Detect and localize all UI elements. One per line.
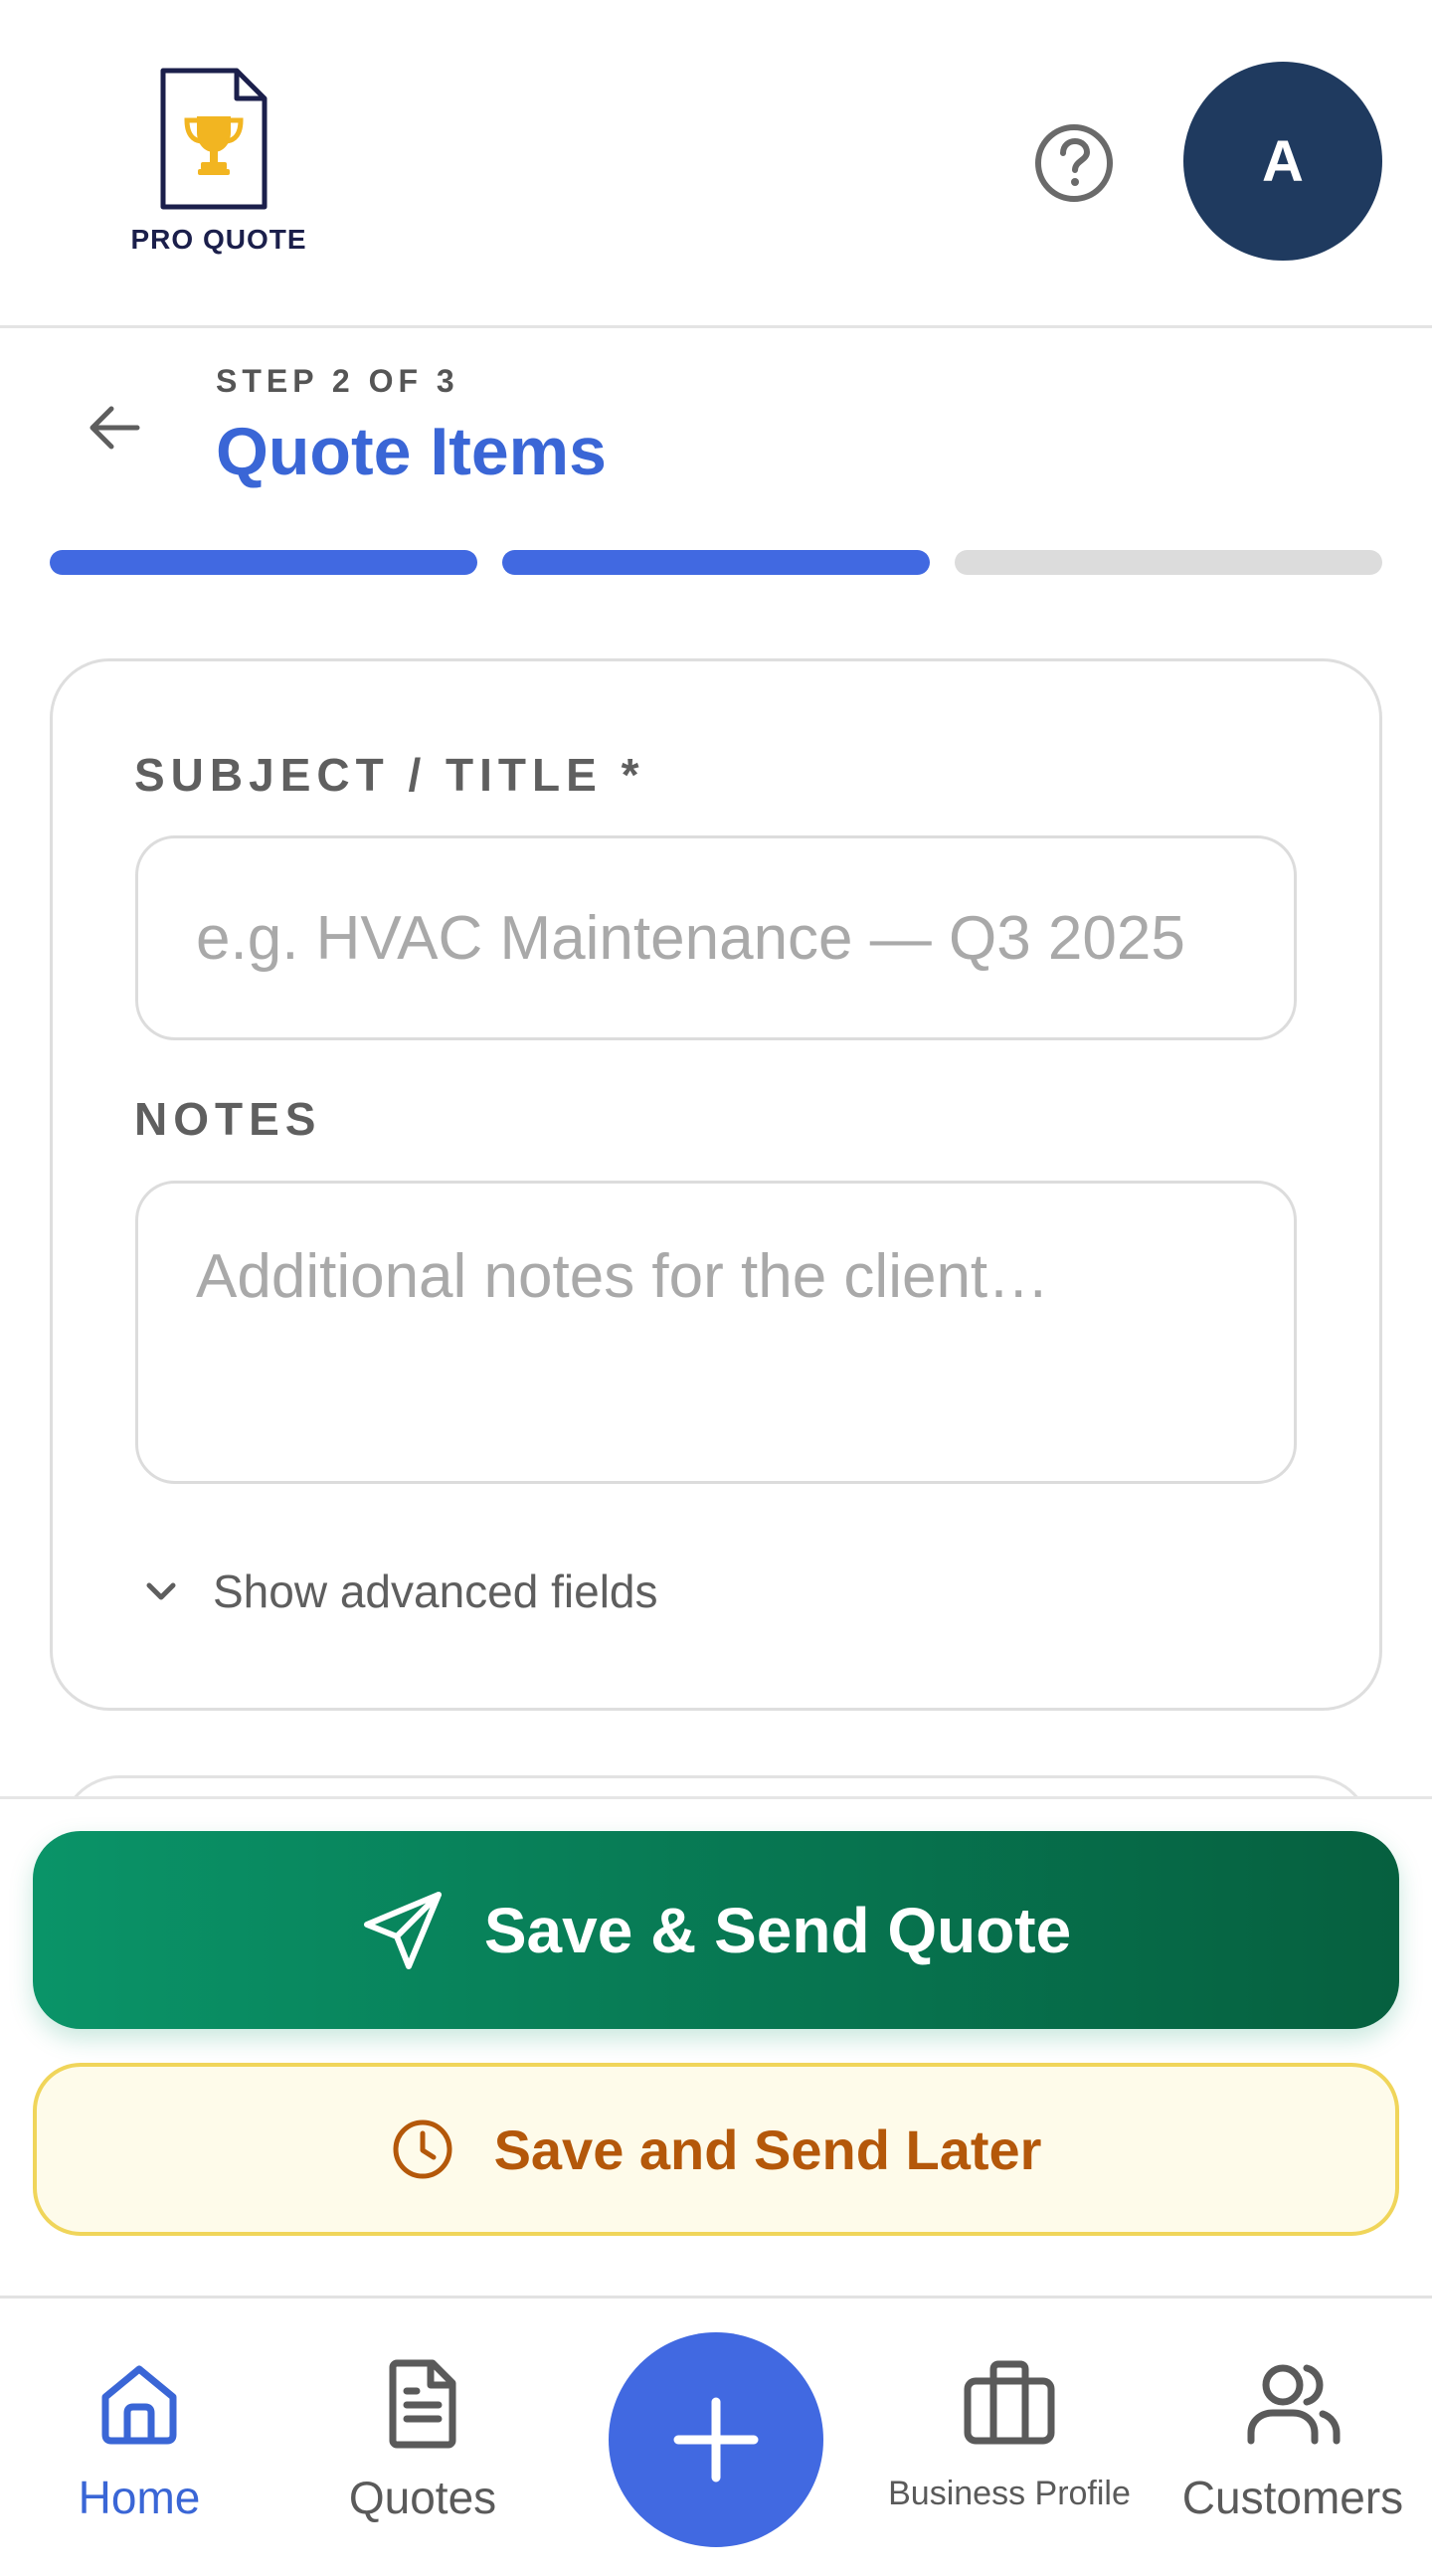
subject-label: SUBJECT / TITLE * xyxy=(134,749,645,801)
help-circle-icon xyxy=(1035,124,1113,202)
save-and-send-later-button[interactable]: Save and Send Later xyxy=(33,2063,1399,2236)
notes-label: NOTES xyxy=(134,1093,322,1145)
subject-field[interactable] xyxy=(135,835,1297,1040)
chevron-down-icon xyxy=(146,1582,176,1600)
document-icon xyxy=(373,2353,472,2453)
nav-customers-label: Customers xyxy=(1181,2472,1404,2523)
nav-item-business-profile[interactable]: Business Profile xyxy=(875,2299,1144,2576)
app-logo[interactable]: PRO QUOTE xyxy=(119,65,318,264)
help-button[interactable] xyxy=(1032,121,1116,205)
new-quote-fab[interactable] xyxy=(609,2332,823,2547)
step-progress-bar xyxy=(50,550,1382,575)
nav-quotes-label: Quotes xyxy=(348,2472,497,2523)
arrow-left-icon xyxy=(90,406,140,450)
advanced-toggle-label: Show advanced fields xyxy=(213,1565,658,1617)
save-and-send-quote-button[interactable]: Save & Send Quote xyxy=(33,1831,1399,2029)
briefcase-icon xyxy=(960,2353,1059,2453)
user-avatar[interactable]: A xyxy=(1183,62,1382,261)
page: PRO QUOTE A STEP 2 OF 3 Quote Items SUBJ… xyxy=(0,0,1432,2576)
step-indicator: STEP 2 OF 3 xyxy=(216,363,459,399)
page-title: Quote Items xyxy=(216,414,607,489)
logo-text: PRO QUOTE xyxy=(130,224,307,255)
notes-textarea[interactable] xyxy=(138,1184,1294,1481)
send-button-label: Save & Send Quote xyxy=(483,1894,1072,1966)
progress-segment-2 xyxy=(502,550,930,575)
back-button[interactable] xyxy=(80,393,149,462)
progress-segment-1 xyxy=(50,550,477,575)
paper-plane-icon xyxy=(363,1891,442,1969)
show-advanced-fields-toggle[interactable]: Show advanced fields xyxy=(139,1557,658,1626)
nav-item-home[interactable]: Home xyxy=(40,2299,239,2576)
subject-input[interactable] xyxy=(138,838,1294,1037)
app-header: PRO QUOTE A xyxy=(0,0,1432,328)
plus-icon xyxy=(673,2397,759,2483)
nav-home-label: Home xyxy=(78,2472,201,2523)
notes-field[interactable] xyxy=(135,1181,1297,1484)
home-icon xyxy=(90,2353,189,2453)
clock-icon xyxy=(393,2119,452,2179)
progress-segment-3 xyxy=(955,550,1382,575)
document-trophy-icon xyxy=(160,68,268,210)
users-icon xyxy=(1243,2353,1342,2453)
nav-business-profile-label: Business Profile xyxy=(888,2475,1131,2512)
later-button-label: Save and Send Later xyxy=(493,2117,1042,2181)
nav-item-customers[interactable]: Customers xyxy=(1164,2299,1422,2576)
nav-item-quotes[interactable]: Quotes xyxy=(323,2299,522,2576)
